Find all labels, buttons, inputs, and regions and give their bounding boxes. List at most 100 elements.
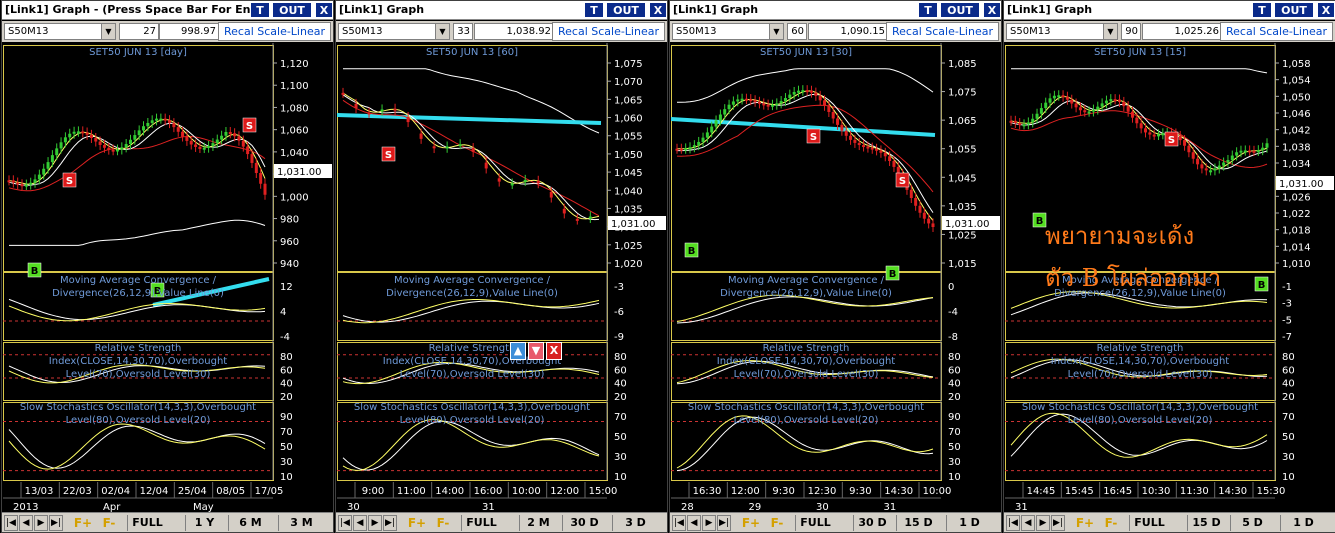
chart-area[interactable]: 1,075 1,070 1,065 1,060 1,055 1,050 1,045 1,040… bbox=[336, 43, 667, 513]
close-button[interactable]: X bbox=[649, 2, 667, 18]
scroll-first-icon[interactable]: |◀ bbox=[672, 515, 686, 531]
sto-signal-line bbox=[8, 425, 266, 469]
scroll-first-icon[interactable]: |◀ bbox=[338, 515, 352, 531]
ma-short-line bbox=[1010, 95, 1268, 170]
f-minus-button[interactable]: F- bbox=[432, 515, 454, 531]
candle-body bbox=[1265, 143, 1269, 148]
f-minus-button[interactable]: F- bbox=[98, 515, 120, 531]
range-button[interactable]: 1 D bbox=[1280, 515, 1326, 531]
recal-scale-button[interactable]: Recal Scale-Linear bbox=[218, 22, 331, 41]
f-plus-button[interactable]: F+ bbox=[72, 515, 94, 531]
time-tick-label: 12:00 bbox=[731, 486, 760, 497]
scroll-last-icon[interactable]: ▶| bbox=[49, 515, 63, 531]
symbol-select[interactable]: S50M13 ▼ bbox=[1006, 23, 1118, 40]
candle-body bbox=[549, 191, 553, 198]
candle-body bbox=[250, 154, 254, 163]
scroll-right-icon[interactable]: ▶ bbox=[368, 515, 382, 531]
close-button[interactable]: X bbox=[983, 2, 1001, 18]
chart-area[interactable]: 1,085 1,075 1,065 1,055 1,045 1,035 1,025 1,015… bbox=[670, 43, 1001, 513]
chevron-down-icon[interactable]: ▼ bbox=[769, 24, 783, 39]
range-button[interactable]: 2 M bbox=[519, 515, 557, 531]
recal-scale-button[interactable]: Recal Scale-Linear bbox=[886, 22, 999, 41]
f-minus-button[interactable]: F- bbox=[766, 515, 788, 531]
candle-body bbox=[723, 109, 727, 115]
candle-body bbox=[202, 147, 206, 150]
candle-body bbox=[181, 131, 185, 137]
out-button[interactable]: OUT bbox=[940, 2, 980, 18]
candle-body bbox=[1261, 147, 1265, 151]
window-titlebar[interactable]: [Link1] Graph T OUT X bbox=[670, 1, 1001, 20]
out-button[interactable]: OUT bbox=[1274, 2, 1314, 18]
range-button[interactable]: 3 M bbox=[278, 515, 324, 531]
chart-area[interactable]: 1,0581,0541,0501,0461,0421,0381,0341,030… bbox=[1005, 43, 1335, 513]
chart-area[interactable]: 1,1201,1001,0801,0601,0401,0201,00098096… bbox=[3, 43, 333, 513]
t-button[interactable]: T bbox=[584, 2, 604, 18]
chevron-down-icon[interactable]: ▼ bbox=[435, 24, 449, 39]
scroll-last-icon[interactable]: ▶| bbox=[1051, 515, 1065, 531]
t-button[interactable]: T bbox=[1252, 2, 1272, 18]
sto-main-line bbox=[8, 423, 266, 470]
scroll-left-icon[interactable]: ◀ bbox=[19, 515, 33, 531]
out-button[interactable]: OUT bbox=[272, 2, 312, 18]
candle-body bbox=[354, 103, 358, 109]
window-titlebar[interactable]: [Link1] Graph T OUT X bbox=[336, 1, 667, 20]
range-button[interactable]: FULL bbox=[1129, 515, 1169, 531]
range-button[interactable]: FULL bbox=[127, 515, 167, 531]
scroll-last-icon[interactable]: ▶| bbox=[717, 515, 731, 531]
f-plus-button[interactable]: F+ bbox=[1074, 515, 1096, 531]
recal-scale-button[interactable]: Recal Scale-Linear bbox=[1220, 22, 1333, 41]
scroll-left-icon[interactable]: ◀ bbox=[687, 515, 701, 531]
field-a: 60 bbox=[787, 23, 807, 40]
range-button[interactable]: 5 D bbox=[1230, 515, 1274, 531]
symbol-select[interactable]: S50M13 ▼ bbox=[672, 23, 784, 40]
range-button[interactable]: 30 D bbox=[853, 515, 891, 531]
candle-body bbox=[688, 147, 692, 150]
chevron-down-icon[interactable]: ▼ bbox=[1103, 24, 1117, 39]
price-tick-label: 1,075 bbox=[614, 59, 643, 70]
time-tick-label: 14:00 bbox=[435, 486, 464, 497]
recal-scale-button[interactable]: Recal Scale-Linear bbox=[552, 22, 665, 41]
range-button[interactable]: 3 D bbox=[612, 515, 658, 531]
range-button[interactable]: 1 Y bbox=[185, 515, 223, 531]
range-button[interactable]: FULL bbox=[461, 515, 501, 531]
remove-pane-icon[interactable]: X bbox=[546, 342, 562, 360]
t-button[interactable]: T bbox=[918, 2, 938, 18]
f-plus-button[interactable]: F+ bbox=[406, 515, 428, 531]
range-button[interactable]: FULL bbox=[795, 515, 835, 531]
candle-body bbox=[168, 120, 172, 124]
candle-body bbox=[150, 120, 154, 123]
scroll-first-icon[interactable]: |◀ bbox=[4, 515, 18, 531]
f-minus-button[interactable]: F- bbox=[1100, 515, 1122, 531]
candle-body bbox=[1126, 106, 1130, 112]
move-down-icon[interactable]: ▼ bbox=[528, 342, 544, 360]
symbol-select[interactable]: S50M13 ▼ bbox=[4, 23, 116, 40]
range-button[interactable]: 15 D bbox=[1187, 515, 1225, 531]
close-button[interactable]: X bbox=[315, 2, 333, 18]
range-button[interactable]: 15 D bbox=[896, 515, 940, 531]
scroll-right-icon[interactable]: ▶ bbox=[702, 515, 716, 531]
scroll-right-icon[interactable]: ▶ bbox=[1036, 515, 1050, 531]
chevron-down-icon[interactable]: ▼ bbox=[101, 24, 115, 39]
price-tick-label: 1,018 bbox=[1282, 226, 1311, 237]
range-button[interactable]: 30 D bbox=[562, 515, 606, 531]
t-button[interactable]: T bbox=[250, 2, 270, 18]
scroll-first-icon[interactable]: |◀ bbox=[1006, 515, 1020, 531]
window-titlebar[interactable]: [Link1] Graph - (Press Space Bar For En t… bbox=[2, 1, 333, 20]
f-plus-button[interactable]: F+ bbox=[740, 515, 762, 531]
range-button[interactable]: 6 M bbox=[228, 515, 272, 531]
scroll-left-icon[interactable]: ◀ bbox=[1021, 515, 1035, 531]
candle-body bbox=[731, 101, 735, 105]
macd-pane-label: Moving Average Convergence / Divergence(… bbox=[386, 275, 558, 299]
scroll-right-icon[interactable]: ▶ bbox=[34, 515, 48, 531]
scroll-left-icon[interactable]: ◀ bbox=[353, 515, 367, 531]
close-button[interactable]: X bbox=[1317, 2, 1335, 18]
out-button[interactable]: OUT bbox=[606, 2, 646, 18]
signal-label: S bbox=[66, 176, 73, 187]
symbol-select[interactable]: S50M13 ▼ bbox=[338, 23, 450, 40]
candle-body bbox=[224, 132, 228, 136]
candle-body bbox=[1252, 150, 1256, 153]
range-button[interactable]: 1 D bbox=[946, 515, 992, 531]
window-titlebar[interactable]: [Link1] Graph T OUT X bbox=[1004, 1, 1335, 20]
scroll-last-icon[interactable]: ▶| bbox=[383, 515, 397, 531]
move-up-icon[interactable]: ▲ bbox=[510, 342, 526, 360]
